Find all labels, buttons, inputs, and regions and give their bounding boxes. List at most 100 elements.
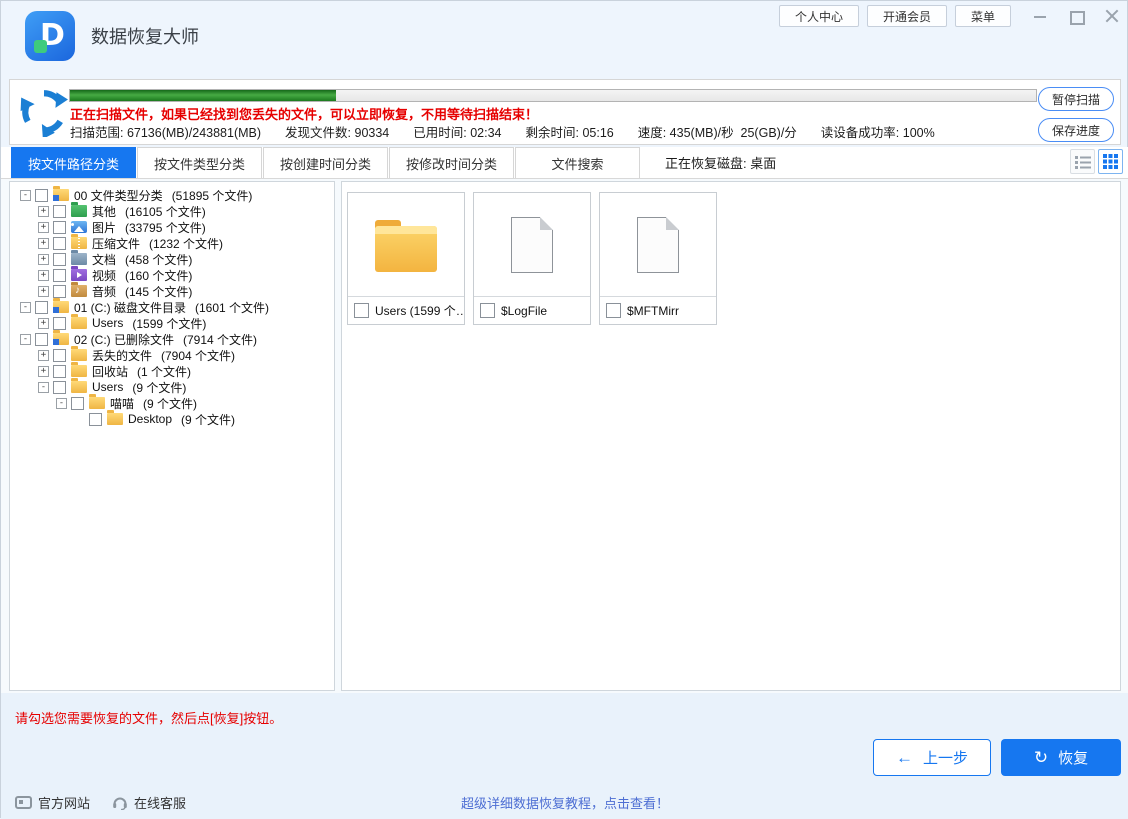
close-icon[interactable]: [1105, 9, 1119, 23]
tab[interactable]: 文件搜索: [515, 147, 640, 178]
tree-item-count: (1 个文件): [137, 363, 191, 380]
titlebar-button[interactable]: 开通会员: [867, 5, 947, 27]
tree-item-icon: [71, 253, 87, 265]
tree-item-count: (33795 个文件): [125, 219, 206, 236]
tab[interactable]: 按文件类型分类: [137, 147, 262, 178]
minimize-icon[interactable]: [1033, 9, 1047, 23]
tree-row[interactable]: - 02 (C:) 已删除文件 (7914 个文件): [10, 331, 334, 347]
expander-icon[interactable]: +: [38, 366, 49, 377]
scan-stat: 已用时间: 02:34: [413, 122, 501, 141]
tree-row[interactable]: Desktop (9 个文件): [10, 411, 334, 427]
file-name: Users (1599 个…: [375, 302, 464, 319]
file-checkbox[interactable]: [606, 303, 621, 318]
tree-item-icon: [89, 397, 105, 409]
tree-checkbox[interactable]: [53, 237, 66, 250]
file-tile[interactable]: Users (1599 个…: [347, 192, 465, 325]
tree-item-label: Users: [92, 316, 123, 330]
file-tile[interactable]: $LogFile: [473, 192, 591, 325]
tree-checkbox[interactable]: [53, 317, 66, 330]
tree-checkbox[interactable]: [53, 205, 66, 218]
file-checkbox[interactable]: [354, 303, 369, 318]
tree-item-count: (9 个文件): [143, 395, 197, 412]
tree-item-icon: [53, 333, 69, 345]
tree-row[interactable]: - 01 (C:) 磁盘文件目录 (1601 个文件): [10, 299, 334, 315]
recover-button[interactable]: ↻ 恢复: [1001, 739, 1121, 776]
tree-checkbox[interactable]: [53, 269, 66, 282]
expander-icon[interactable]: +: [38, 270, 49, 281]
tree-item-icon: [71, 381, 87, 393]
tab[interactable]: 按修改时间分类: [389, 147, 514, 178]
expander-icon[interactable]: -: [56, 398, 67, 409]
tree-item-label: Desktop: [128, 412, 172, 426]
online-service-link[interactable]: 在线客服: [112, 793, 186, 812]
tab[interactable]: 按文件路径分类: [11, 147, 136, 178]
tree-item-count: (9 个文件): [132, 379, 186, 396]
tree-row[interactable]: + 视频 (160 个文件): [10, 267, 334, 283]
tree-item-icon: [71, 365, 87, 377]
file-tile[interactable]: $MFTMirr: [599, 192, 717, 325]
expander-icon[interactable]: -: [20, 302, 31, 313]
expander-icon[interactable]: +: [38, 286, 49, 297]
maximize-icon[interactable]: [1069, 9, 1083, 23]
tree-item-label: 00 文件类型分类: [74, 187, 163, 204]
tree-item-count: (160 个文件): [125, 267, 192, 284]
tree-row[interactable]: + 图片 (33795 个文件): [10, 219, 334, 235]
back-button[interactable]: ← 上一步: [873, 739, 991, 776]
scan-stat: 剩余时间: 05:16: [526, 122, 614, 141]
tree-checkbox[interactable]: [53, 285, 66, 298]
titlebar-button[interactable]: 个人中心: [779, 5, 859, 27]
tree-checkbox[interactable]: [71, 397, 84, 410]
tree-checkbox[interactable]: [35, 333, 48, 346]
logo-green-square: [34, 40, 47, 53]
main-area: - 00 文件类型分类 (51895 个文件) + 其他 (16105 个文件)…: [1, 179, 1128, 693]
tree-item-count: (1599 个文件): [132, 315, 206, 332]
footer-links: 官方网站 在线客服 超级详细数据恢复教程，点击查看！: [1, 789, 1128, 815]
expander-icon[interactable]: +: [38, 254, 49, 265]
folder-icon: [375, 226, 437, 272]
tree-row[interactable]: + 压缩文件 (1232 个文件): [10, 235, 334, 251]
tree-row[interactable]: + 音频 (145 个文件): [10, 283, 334, 299]
expander-icon[interactable]: -: [38, 382, 49, 393]
tree-item-icon: [53, 189, 69, 201]
tree-checkbox[interactable]: [89, 413, 102, 426]
expander-icon[interactable]: +: [38, 222, 49, 233]
tree-checkbox[interactable]: [35, 189, 48, 202]
save-progress-button[interactable]: 保存进度: [1038, 118, 1114, 142]
expander-icon[interactable]: +: [38, 318, 49, 329]
tree-item-icon: [71, 269, 87, 281]
tree-item-icon: [107, 413, 123, 425]
scan-stats: 扫描范围: 67136(MB)/243881(MB)发现文件数: 90334已用…: [70, 122, 959, 141]
tree-checkbox[interactable]: [53, 349, 66, 362]
tree-checkbox[interactable]: [53, 221, 66, 234]
tree-item-count: (51895 个文件): [172, 187, 253, 204]
tree-checkbox[interactable]: [53, 253, 66, 266]
tree-checkbox[interactable]: [53, 381, 66, 394]
expander-icon[interactable]: +: [38, 350, 49, 361]
expander-icon[interactable]: -: [20, 190, 31, 201]
tree-checkbox[interactable]: [35, 301, 48, 314]
tree-row[interactable]: + 回收站 (1 个文件): [10, 363, 334, 379]
tutorial-link[interactable]: 超级详细数据恢复教程，点击查看！: [461, 793, 669, 812]
tree-item-label: 喵喵: [110, 395, 134, 412]
tab[interactable]: 按创建时间分类: [263, 147, 388, 178]
expander-icon[interactable]: +: [38, 238, 49, 249]
tree-row[interactable]: + 丢失的文件 (7904 个文件): [10, 347, 334, 363]
tree-row[interactable]: - Users (9 个文件): [10, 379, 334, 395]
tree-checkbox[interactable]: [53, 365, 66, 378]
expander-icon[interactable]: +: [38, 206, 49, 217]
expander-icon[interactable]: -: [20, 334, 31, 345]
tree-item-count: (16105 个文件): [125, 203, 206, 220]
grid-view-icon[interactable]: [1098, 149, 1123, 174]
tree-row[interactable]: - 喵喵 (9 个文件): [10, 395, 334, 411]
tree-row[interactable]: + 文档 (458 个文件): [10, 251, 334, 267]
scan-status-card: 正在扫描文件，如果已经找到您丢失的文件，可以立即恢复，不用等待扫描结束！ 扫描范…: [9, 79, 1121, 145]
titlebar-button[interactable]: 菜单: [955, 5, 1011, 27]
tree-row[interactable]: + Users (1599 个文件): [10, 315, 334, 331]
tree-row[interactable]: - 00 文件类型分类 (51895 个文件): [10, 187, 334, 203]
official-site-link[interactable]: 官方网站: [15, 793, 90, 812]
tree-row[interactable]: + 其他 (16105 个文件): [10, 203, 334, 219]
pause-scan-button[interactable]: 暂停扫描: [1038, 87, 1114, 111]
list-view-icon[interactable]: [1070, 149, 1095, 174]
scan-progress-bar: [69, 89, 1037, 102]
file-checkbox[interactable]: [480, 303, 495, 318]
